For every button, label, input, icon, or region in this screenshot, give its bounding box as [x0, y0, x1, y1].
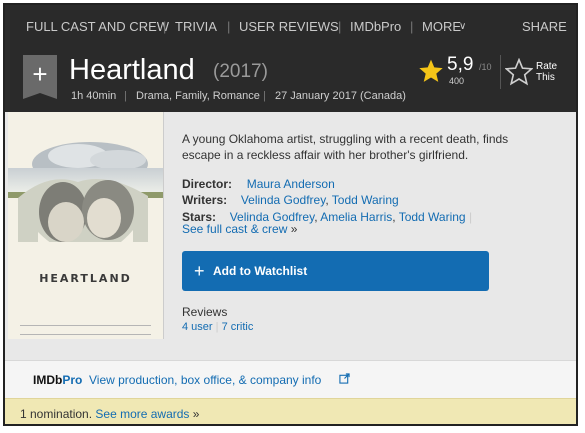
plot-summary: A young Oklahoma artist, struggling with…	[182, 132, 509, 162]
writer-link[interactable]: Todd Waring	[332, 193, 399, 207]
director-link[interactable]: Maura Anderson	[247, 177, 335, 191]
nav-separator: |	[163, 19, 167, 34]
chevron-right-icon: »	[290, 222, 298, 236]
writers-row: Writers: Velinda Godfrey, Todd Waring	[182, 193, 399, 207]
writer-link[interactable]: Velinda Godfrey	[241, 193, 326, 207]
rating-divider	[500, 55, 501, 89]
add-to-watchlist-label: Add to Watchlist	[213, 264, 308, 278]
see-full-cast-link[interactable]: See full cast & crew	[182, 222, 287, 236]
awards-bar: 1 nomination. See more awards »	[5, 398, 576, 424]
rating-value: 5,9	[447, 54, 474, 75]
awards-summary: 1 nomination. See more awards »	[20, 407, 199, 421]
reviews-links: 4 user | 7 critic	[182, 321, 253, 333]
view-production-link[interactable]: View production, box office, & company i…	[89, 373, 321, 387]
rating-count[interactable]: 400	[449, 76, 464, 86]
rating-max: /10	[479, 62, 492, 72]
movie-title: Heartland	[69, 54, 195, 86]
external-link-icon[interactable]	[339, 373, 350, 384]
title-bar: + Heartland (2017) 1h 40min | Drama, Fam…	[5, 49, 576, 112]
imdbpro-logo[interactable]: IMDbPro	[33, 373, 82, 387]
movie-year: (2017)	[213, 61, 268, 82]
nav-separator: |	[227, 19, 231, 34]
star-link[interactable]: Todd Waring	[399, 210, 466, 224]
nomination-count: 1 nomination.	[20, 407, 93, 421]
movie-poster[interactable]: HEARTLAND	[8, 112, 164, 339]
stars-separator: |	[468, 210, 473, 224]
nav-separator: |	[338, 19, 342, 34]
nav-user-reviews[interactable]: USER REVIEWS	[239, 5, 339, 49]
plus-icon: +	[194, 261, 205, 281]
poster-artwork	[8, 112, 163, 339]
writers-label: Writers:	[182, 193, 228, 207]
ribbon-tail	[23, 93, 57, 99]
chevron-right-icon: »	[192, 407, 200, 421]
chevron-down-icon[interactable]: ∨	[459, 5, 466, 49]
nav-imdbpro[interactable]: IMDbPro	[350, 5, 401, 49]
user-reviews-link[interactable]: 4 user	[182, 321, 213, 333]
director-row: Director: Maura Anderson	[182, 176, 335, 192]
imdb-page-frame: FULL CAST AND CREW | TRIVIA | USER REVIE…	[3, 3, 578, 426]
nav-separator: |	[410, 19, 414, 34]
top-nav: FULL CAST AND CREW | TRIVIA | USER REVIE…	[5, 5, 576, 49]
genres[interactable]: Drama, Family, Romance	[136, 88, 260, 104]
star-link[interactable]: Amelia Harris	[320, 210, 392, 224]
poster-credits-block	[20, 325, 151, 335]
nav-full-cast[interactable]: FULL CAST AND CREW	[26, 5, 169, 49]
release-date[interactable]: 27 January 2017 (Canada)	[275, 88, 406, 104]
imdbpro-logo-imdb: IMDb	[33, 373, 63, 387]
director-label: Director:	[182, 177, 233, 191]
plus-icon[interactable]: +	[23, 55, 57, 93]
meta-separator: |	[263, 90, 266, 102]
nav-share[interactable]: SHARE	[522, 5, 567, 49]
poster-title: HEARTLAND	[39, 272, 132, 285]
rate-this-button[interactable]: Rate This	[536, 61, 566, 83]
star-outline-icon[interactable]	[505, 58, 533, 86]
runtime: 1h 40min	[71, 90, 117, 102]
nav-more[interactable]: MORE	[422, 5, 461, 49]
star-rating-icon	[419, 59, 443, 82]
imdbpro-logo-pro: Pro	[62, 373, 83, 387]
reviews-title: Reviews	[182, 305, 228, 319]
full-cast-row: See full cast & crew »	[182, 221, 297, 237]
nav-trivia[interactable]: TRIVIA	[175, 5, 217, 49]
critic-reviews-link[interactable]: 7 critic	[222, 321, 254, 333]
add-to-watchlist-button[interactable]: + Add to Watchlist	[182, 251, 489, 291]
meta-separator: |	[124, 90, 127, 102]
imdbpro-bar: IMDbPro View production, box office, & c…	[5, 360, 576, 399]
see-more-awards-link[interactable]: See more awards	[95, 407, 189, 421]
